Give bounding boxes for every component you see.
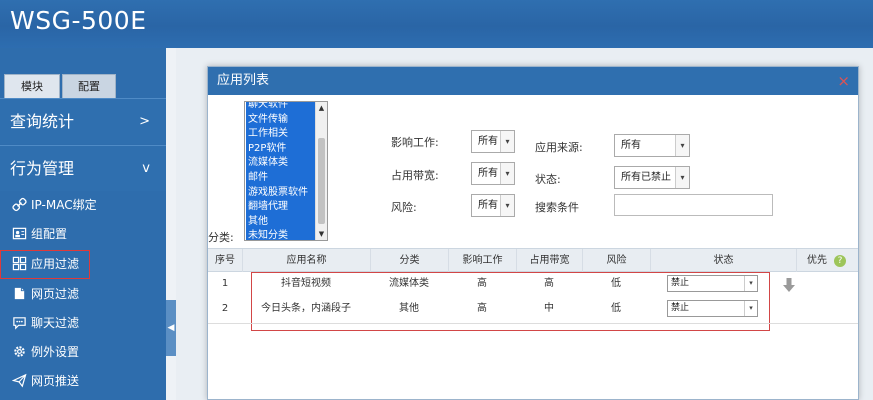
sidebar-item-web-filter[interactable]: 网页过滤	[0, 280, 166, 309]
impact-select[interactable]: 所有 ▾	[471, 130, 515, 153]
status-select-value: 所有已禁止	[621, 172, 671, 183]
section-label: 查询统计	[10, 112, 75, 131]
risk-select[interactable]: 所有 ▾	[471, 194, 515, 217]
col-header-category: 分类	[370, 249, 448, 272]
status-select[interactable]: 所有已禁止 ▾	[614, 166, 690, 189]
category-option[interactable]: 工作相关	[246, 127, 315, 142]
search-label: 搜索条件	[535, 201, 579, 214]
sidebar-item-label: 应用过滤	[31, 257, 80, 271]
app-list-dialog: 应用列表 × 聊天软件 文件传输 工作相关 P2P软件 流媒体类 邮件 游戏股票…	[207, 66, 859, 400]
sidebar-item-label: 例外设置	[31, 345, 80, 359]
grid-icon	[12, 253, 27, 271]
sidebar-item-label: IP-MAC绑定	[31, 198, 97, 212]
col-header-impact: 影响工作	[448, 249, 516, 272]
section-label: 行为管理	[10, 159, 75, 178]
impact-select-value: 所有	[478, 136, 498, 147]
bandwidth-label: 占用带宽:	[391, 169, 439, 182]
cell-no: 1	[221, 278, 229, 289]
sidebar-item-ip-mac[interactable]: IP-MAC绑定	[0, 191, 166, 220]
col-header-priority: 优先	[796, 249, 858, 272]
category-option[interactable]: 其他	[246, 215, 315, 230]
impact-label: 影响工作:	[391, 136, 439, 149]
sidebar-item-web-push[interactable]: 网页推送	[0, 367, 166, 396]
chevron-down-icon: ▾	[675, 135, 689, 156]
sidebar-item-app-filter[interactable]: 应用过滤	[0, 250, 90, 279]
sidebar-item-exception-settings[interactable]: 例外设置	[0, 338, 166, 367]
tab-module[interactable]: 模块	[4, 74, 60, 98]
category-option[interactable]: 聊天软件	[246, 102, 315, 113]
risk-select-value: 所有	[478, 200, 498, 211]
sidebar-item-group-config[interactable]: 组配置	[0, 220, 166, 249]
webpage-icon	[12, 283, 27, 300]
tab-config[interactable]: 配置	[62, 74, 116, 98]
chevron-down-icon: ▾	[675, 167, 689, 188]
scroll-up-icon[interactable]: ▲	[316, 102, 327, 114]
col-header-risk: 风险	[582, 249, 650, 272]
sidebar-tabs: 模块 配置	[0, 48, 166, 98]
col-header-bandwidth: 占用带宽	[516, 249, 582, 272]
priority-header-label: 优先	[807, 255, 827, 266]
gear-icon	[12, 341, 27, 357]
scroll-thumb[interactable]	[318, 138, 325, 224]
category-option[interactable]: P2P软件	[246, 142, 315, 157]
sidebar-item-chat-filter[interactable]: 聊天过滤	[0, 309, 166, 338]
chevron-down-icon: v	[142, 161, 150, 176]
chat-icon	[12, 312, 27, 330]
search-input[interactable]	[614, 194, 773, 216]
sidebar-item-label: 网页过滤	[31, 287, 80, 301]
help-icon[interactable]: ?	[834, 255, 846, 267]
chevron-down-icon: ▾	[500, 195, 514, 216]
dialog-title: 应用列表	[217, 73, 270, 88]
top-header: WSG-500E	[0, 0, 873, 48]
move-down-icon[interactable]	[782, 277, 796, 293]
sidebar-item-label: 网页推送	[31, 374, 80, 388]
risk-label: 风险:	[391, 201, 417, 214]
col-header-name: 应用名称	[242, 249, 370, 272]
chevron-down-icon: ▾	[500, 163, 514, 184]
category-option[interactable]: 文件传输	[246, 113, 315, 128]
cell-no: 2	[221, 303, 229, 314]
sidebar-collapse-handle[interactable]: ◀	[166, 300, 176, 356]
category-label: 分类:	[208, 231, 234, 244]
category-options: 聊天软件 文件传输 工作相关 P2P软件 流媒体类 邮件 游戏股票软件 翻墙代理…	[246, 102, 315, 240]
table-header: 序号 应用名称 分类 影响工作 占用带宽 风险 状态 优先 ?	[208, 248, 858, 272]
send-icon	[11, 370, 27, 388]
bandwidth-select[interactable]: 所有 ▾	[471, 162, 515, 185]
category-option[interactable]: 游戏股票软件	[246, 186, 315, 201]
sidebar-item-label: 组配置	[31, 227, 68, 241]
source-label: 应用来源:	[535, 141, 583, 154]
chevron-right-icon: >	[139, 114, 150, 129]
bandwidth-select-value: 所有	[478, 168, 498, 179]
dialog-header: 应用列表 ×	[208, 67, 858, 95]
category-option[interactable]: 邮件	[246, 171, 315, 186]
section-behavior-management[interactable]: 行为管理 v	[0, 145, 166, 191]
source-select[interactable]: 所有 ▾	[614, 134, 690, 157]
status-label: 状态:	[535, 173, 561, 186]
sidebar-item-label: 聊天过滤	[31, 316, 80, 330]
category-option[interactable]: 流媒体类	[246, 156, 315, 171]
close-icon[interactable]: ×	[837, 67, 850, 95]
category-option[interactable]: 翻墙代理	[246, 200, 315, 215]
category-option[interactable]: 未知分类	[246, 229, 315, 240]
brand-title: WSG-500E	[10, 6, 147, 35]
group-config-icon	[12, 223, 27, 240]
col-header-no: 序号	[215, 255, 235, 266]
table-bottom-divider	[208, 323, 858, 324]
sidebar: 模块 配置 查询统计 > 行为管理 v IP-MAC绑定 组配置 应用过滤 网页…	[0, 48, 166, 400]
col-header-status: 状态	[650, 249, 796, 272]
chevron-down-icon: ▾	[500, 131, 514, 152]
category-listbox[interactable]: 聊天软件 文件传输 工作相关 P2P软件 流媒体类 邮件 游戏股票软件 翻墙代理…	[244, 101, 328, 241]
source-select-value: 所有	[621, 140, 641, 151]
category-scrollbar[interactable]: ▲ ▼	[315, 102, 327, 240]
section-query-stats[interactable]: 查询统计 >	[0, 98, 166, 144]
scroll-down-icon[interactable]: ▼	[316, 228, 327, 240]
link-icon	[12, 194, 27, 212]
